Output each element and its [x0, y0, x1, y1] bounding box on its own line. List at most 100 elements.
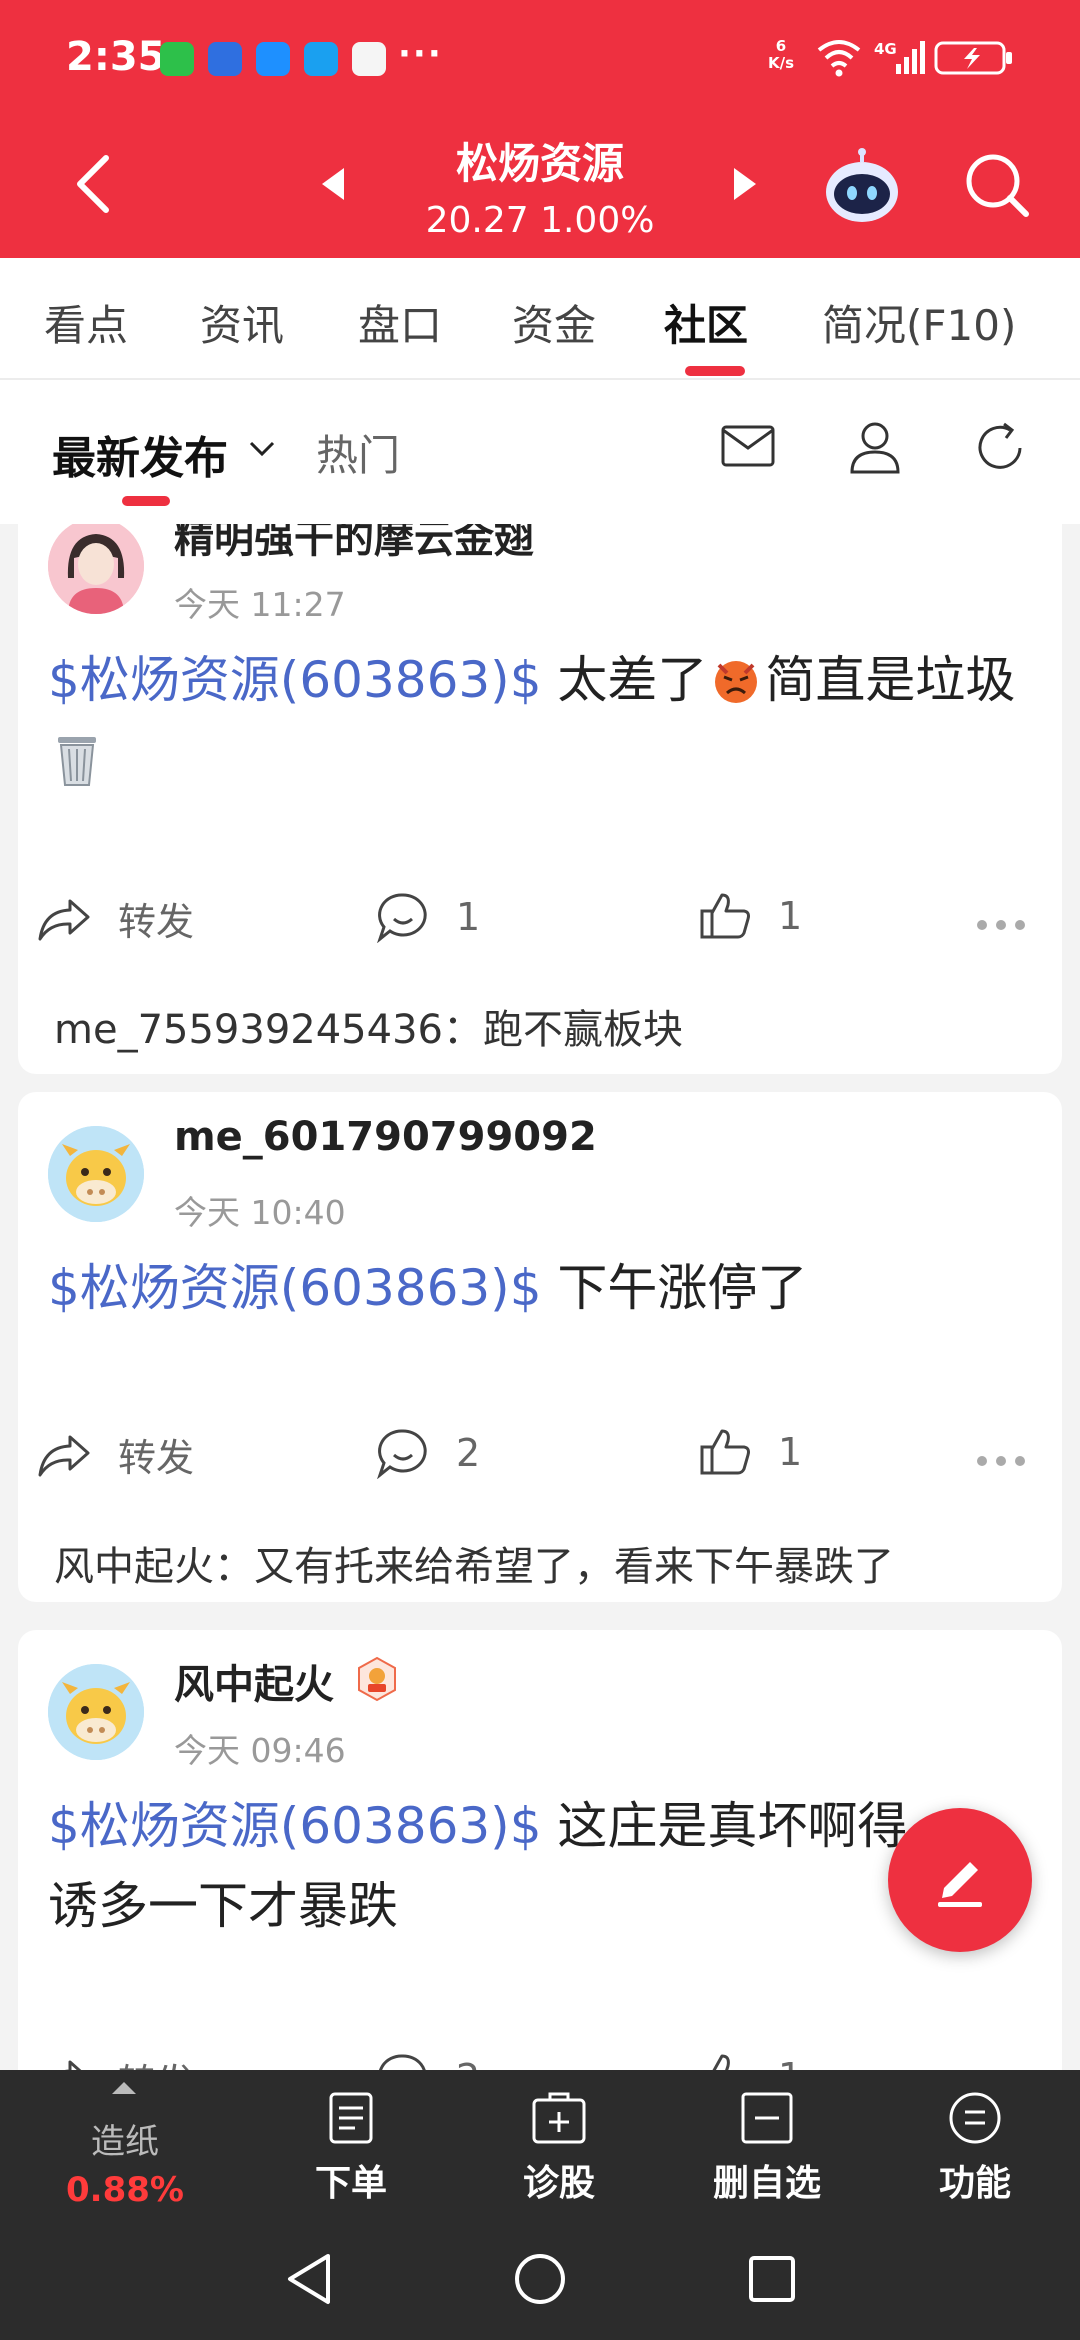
user-avatar[interactable]: [48, 1664, 144, 1760]
sector-name: 造纸: [91, 2122, 159, 2162]
post-content[interactable]: $松炀资源(603863)$ 这庄是真坏啊得诱多一下才暴跌: [48, 1786, 908, 1946]
place-order-button[interactable]: 下单: [276, 2090, 426, 2210]
sort-indicator: [122, 496, 170, 506]
status-time: 2:35: [66, 34, 166, 80]
functions-label: 功能: [938, 2163, 1011, 2204]
girl-avatar-icon: [48, 524, 144, 614]
like-button[interactable]: 1: [698, 2052, 802, 2070]
angry-face-emoji-icon: [711, 648, 761, 703]
tab-order-book[interactable]: 盘口: [358, 292, 442, 353]
comment-count: 2: [456, 1431, 481, 1475]
diagnosis-kit-icon: [532, 2092, 586, 2144]
mail-icon[interactable]: [720, 424, 776, 468]
post-username[interactable]: 风中起火: [174, 1652, 334, 1710]
user-profile-icon[interactable]: [848, 420, 902, 476]
comment-button[interactable]: 2: [376, 1427, 480, 1479]
compose-post-button[interactable]: [888, 1808, 1032, 1952]
forward-button[interactable]: 转发: [36, 891, 194, 946]
post-content[interactable]: $松炀资源(603863)$ 下午涨停了: [48, 1248, 1038, 1328]
tab-funds[interactable]: 资金: [512, 292, 596, 353]
like-count: 1: [778, 894, 803, 938]
tab-community[interactable]: 社区: [664, 292, 748, 353]
search-icon[interactable]: [962, 150, 1032, 220]
comment-bubble-icon: [377, 1429, 427, 1479]
feed-filter-bar: 最新发布 热门: [0, 380, 1080, 524]
comment-button[interactable]: 2: [376, 2052, 480, 2070]
user-avatar[interactable]: [48, 524, 144, 614]
cow-avatar-icon: [48, 1664, 144, 1760]
stock-action-toolbar: 造纸 0.88% 下单 诊股 删自选 功能: [0, 2070, 1080, 2220]
user-level-badge-icon: [358, 1656, 396, 1702]
net-speed: 6 K/s: [768, 38, 794, 72]
post-card[interactable]: me_601790799092 今天 10:40 $松炀资源(603863)$ …: [18, 1092, 1062, 1602]
post-username[interactable]: me_601790799092: [174, 1114, 597, 1160]
post-actions: 转发 1 1: [18, 891, 1062, 961]
functions-menu-button[interactable]: 功能: [900, 2090, 1050, 2210]
reply-separator: ：: [442, 1007, 483, 1053]
stock-tag-link[interactable]: $松炀资源(603863)$: [48, 1259, 542, 1317]
forward-button[interactable]: 转发: [36, 2052, 194, 2070]
battery-icon: [934, 41, 1012, 75]
chevron-down-icon[interactable]: [248, 440, 276, 458]
pencil-icon: [938, 1862, 982, 1907]
tab-news[interactable]: 资讯: [200, 292, 284, 353]
reply-username[interactable]: me_755939245436: [54, 1007, 443, 1053]
like-count: 1: [778, 1430, 803, 1474]
sector-change: 0.88%: [66, 2170, 184, 2210]
stock-tag-link[interactable]: $松炀资源(603863)$: [48, 1797, 542, 1855]
next-stock-button[interactable]: [730, 164, 760, 204]
post-card[interactable]: 精明强干的摩云金翅 今天 11:27 $松炀资源(603863)$ 太差了 简直是…: [18, 524, 1062, 1074]
sector-index-indicator[interactable]: 造纸 0.88%: [40, 2070, 210, 2220]
tab-profile-f10[interactable]: 简况(F10): [822, 292, 1016, 353]
post-text-continued: 简直是垃圾: [765, 651, 1016, 709]
shield-app-icon: [208, 42, 242, 76]
system-nav-bar: [0, 2220, 1080, 2340]
like-button[interactable]: 1: [698, 1427, 802, 1477]
expand-up-icon: [112, 2082, 136, 2094]
sort-hot-button[interactable]: 热门: [316, 422, 400, 483]
sort-latest-dropdown[interactable]: 最新发布: [52, 422, 228, 486]
reply-text: 跑不赢板块: [482, 1007, 683, 1053]
forward-label: 转发: [118, 2052, 194, 2070]
mail-app-icon: [352, 42, 386, 76]
net-speed-value: 6: [775, 37, 787, 55]
comment-count: 2: [456, 2056, 480, 2070]
remove-watchlist-button[interactable]: 删自选: [692, 2090, 842, 2210]
like-button[interactable]: 1: [698, 891, 802, 941]
post-actions: 转发 2 1: [18, 2052, 1062, 2070]
share-arrow-icon: [62, 2060, 82, 2070]
ai-assistant-robot-icon[interactable]: [822, 148, 902, 224]
previous-stock-button[interactable]: [318, 164, 348, 204]
nav-home-icon[interactable]: [512, 2250, 568, 2308]
post-text: 太差了: [541, 651, 708, 709]
nav-back-icon[interactable]: [282, 2250, 338, 2308]
nav-recents-icon[interactable]: [744, 2250, 800, 2308]
post-content[interactable]: $松炀资源(603863)$ 太差了 简直是垃圾: [48, 640, 1038, 800]
reply-preview[interactable]: me_755939245436：跑不赢板块: [54, 997, 683, 1055]
cow-avatar-icon: [48, 1126, 144, 1222]
stock-diagnosis-button[interactable]: 诊股: [484, 2090, 634, 2210]
forward-button[interactable]: 转发: [36, 1427, 194, 1482]
reply-text: 又有托来给希望了，看来下午暴跌了: [254, 1544, 894, 1590]
tab-kandian[interactable]: 看点: [44, 292, 128, 353]
thumbs-up-icon: [700, 893, 750, 939]
reply-username[interactable]: 风中起火: [54, 1544, 214, 1590]
signal-4g-icon: 4G: [874, 40, 925, 74]
post-username[interactable]: 精明强干的摩云金翅: [174, 524, 534, 564]
forward-label: 转发: [118, 1436, 195, 1480]
user-avatar[interactable]: [48, 1126, 144, 1222]
comment-button[interactable]: 1: [376, 891, 480, 943]
share-arrow-icon: [38, 899, 90, 940]
reply-preview[interactable]: 风中起火：又有托来给希望了，看来下午暴跌了: [54, 1534, 894, 1592]
more-options-icon[interactable]: [976, 1455, 1026, 1467]
svg-text:4G: 4G: [874, 40, 897, 58]
app-header: 2:35 ··· 6 K/s 4G 松炀资源 20.27 1.00%: [0, 0, 1080, 258]
more-options-icon[interactable]: [976, 919, 1026, 931]
back-button[interactable]: [66, 148, 126, 220]
stock-tag-link[interactable]: $松炀资源(603863)$: [48, 651, 542, 709]
refresh-icon[interactable]: [972, 420, 1028, 476]
thumbs-up-icon: [712, 2054, 730, 2070]
post-actions: 转发 2 1: [18, 1427, 1062, 1497]
post-time: 今天 11:27: [174, 585, 346, 624]
post-time: 今天 09:46: [174, 1731, 346, 1770]
